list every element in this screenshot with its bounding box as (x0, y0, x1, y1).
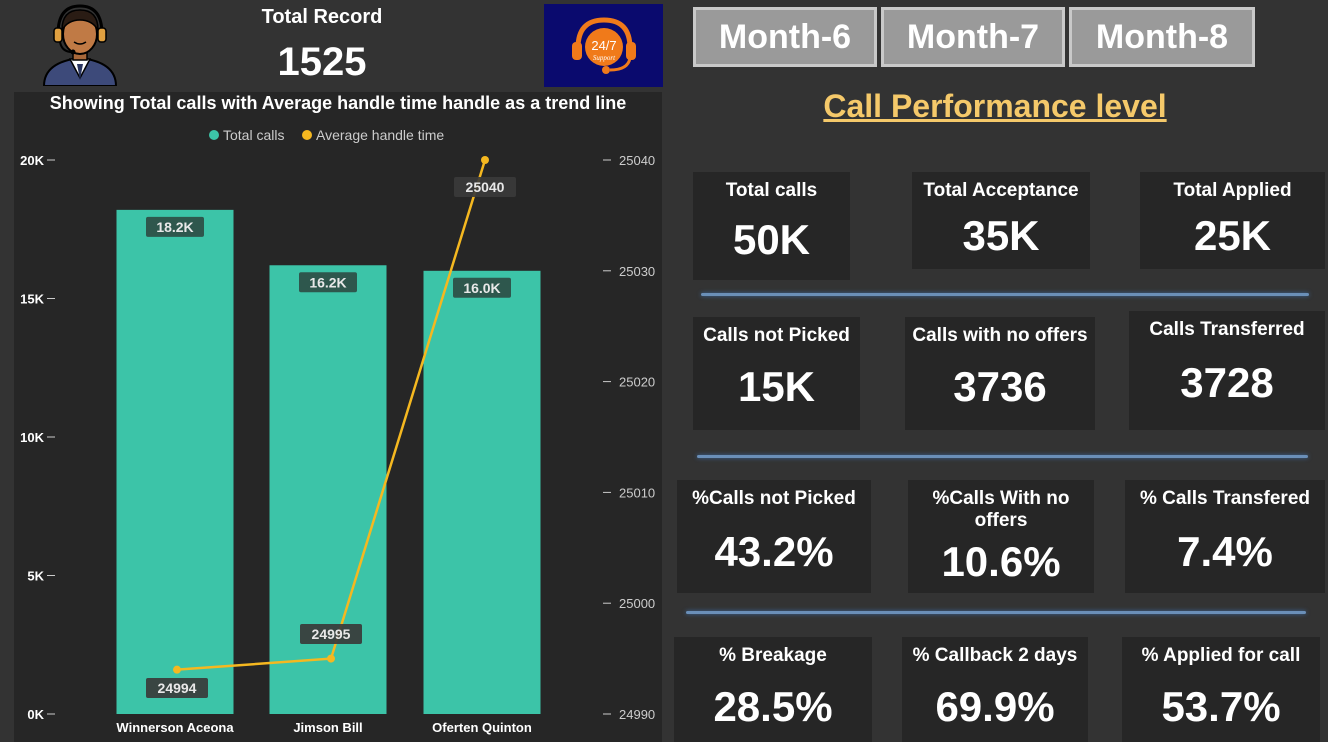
month-8-button[interactable]: Month-8 (1069, 7, 1255, 67)
right-axis-tick-label: 25000 (619, 596, 655, 611)
card-value: 25K (1193, 212, 1272, 259)
card-calls-no-offers: Calls with no offers 3736 (905, 317, 1095, 430)
chart-legend: Total calls Average handle time (209, 127, 444, 143)
card-value: 69.9% (935, 683, 1055, 730)
right-axis: 24990 25000 25010 25020 25030 25040 (603, 153, 655, 722)
card-calls-transferred: Calls Transferred 3728 (1129, 311, 1325, 430)
divider (697, 455, 1308, 458)
legend-marker-total-calls (209, 130, 219, 140)
category-axis: Winnerson Aceona Jimson Bill Oferten Quint… (116, 720, 531, 735)
left-axis-tick-label: 20K (20, 153, 44, 168)
divider (701, 293, 1309, 296)
card-value: 10.6% (941, 538, 1061, 585)
right-axis-tick-label: 24990 (619, 707, 655, 722)
right-axis-tick-label: 25020 (619, 375, 655, 390)
legend-label-total-calls: Total calls (223, 127, 284, 143)
card-label: Total Acceptance (923, 180, 1079, 201)
card-pct-callback-2-days: % Callback 2 days 69.9% (902, 637, 1088, 742)
right-axis-tick-label: 25010 (619, 485, 655, 500)
bar-total-calls (116, 209, 234, 715)
left-axis: 0K 5K 10K 15K 20K (20, 153, 55, 722)
bar-total-calls (423, 270, 541, 714)
bar-total-calls (269, 265, 387, 714)
card-value: 3736 (953, 363, 1047, 410)
card-label: % Applied for call (1141, 645, 1301, 666)
card-value: 3728 (1180, 359, 1274, 406)
legend-marker-average-handle-time (302, 130, 312, 140)
card-label: %Calls With no offers (932, 488, 1070, 531)
card-label: Calls Transferred (1149, 319, 1305, 340)
card-value: 50K (732, 216, 811, 263)
left-axis-tick-label: 10K (20, 430, 44, 445)
card-label: % Breakage (719, 645, 827, 666)
category-label: Oferten Quinton (432, 720, 532, 735)
trend-line-point (481, 156, 489, 164)
legend-label-average-handle-time: Average handle time (316, 127, 444, 143)
trend-line-point (327, 654, 335, 663)
card-pct-calls-not-picked: %Calls not Picked 43.2% (677, 480, 871, 593)
card-value: 28.5% (713, 683, 833, 730)
card-value: 43.2% (714, 528, 834, 575)
trend-line-point (173, 665, 181, 674)
left-axis-tick-label: 15K (20, 292, 44, 307)
bar-data-label: 16.2K (309, 274, 346, 290)
card-value: 7.4% (1177, 528, 1273, 575)
card-pct-calls-no-offers: %Calls With no offers 10.6% (908, 480, 1094, 593)
performance-heading: Call Performance level (823, 88, 1167, 124)
card-pct-calls-transfered: % Calls Transfered 7.4% (1125, 480, 1325, 593)
card-value: 15K (737, 363, 816, 410)
card-value: 53.7% (1161, 683, 1281, 730)
bar-data-label: 18.2K (156, 219, 193, 235)
card-label: %Calls not Picked (692, 488, 856, 509)
card-value: 35K (962, 212, 1040, 259)
line-data-label: 25040 (466, 179, 505, 195)
category-label: Winnerson Aceona (116, 720, 234, 735)
card-label: Calls not Picked (703, 325, 850, 346)
line-data-label: 24995 (312, 626, 351, 642)
card-label: % Calls Transfered (1139, 488, 1311, 509)
left-axis-tick-label: 5K (27, 569, 44, 584)
divider (686, 611, 1306, 614)
card-total-calls: Total calls 50K (693, 172, 850, 280)
card-label: Total Applied (1173, 180, 1292, 201)
card-total-applied: Total Applied 25K (1140, 172, 1325, 269)
card-pct-breakage: % Breakage 28.5% (674, 637, 872, 742)
card-total-acceptance: Total Acceptance 35K (912, 172, 1090, 269)
line-data-label: 24994 (158, 680, 197, 696)
month-7-button[interactable]: Month-7 (881, 7, 1065, 67)
card-pct-applied-for-call: % Applied for call 53.7% (1122, 637, 1320, 742)
card-label: Calls with no offers (912, 325, 1088, 346)
right-axis-tick-label: 25040 (619, 153, 655, 168)
card-calls-not-picked: Calls not Picked 15K (693, 317, 860, 430)
card-label: Total calls (725, 180, 818, 201)
month-6-button[interactable]: Month-6 (693, 7, 877, 67)
bar-data-label: 16.0K (463, 280, 500, 296)
category-label: Jimson Bill (293, 720, 362, 735)
right-axis-tick-label: 25030 (619, 264, 655, 279)
combo-chart: Total calls Average handle time 0K 5K 10K 15… (20, 127, 655, 735)
card-label: % Callback 2 days (912, 645, 1078, 666)
left-axis-tick-label: 0K (27, 707, 44, 722)
